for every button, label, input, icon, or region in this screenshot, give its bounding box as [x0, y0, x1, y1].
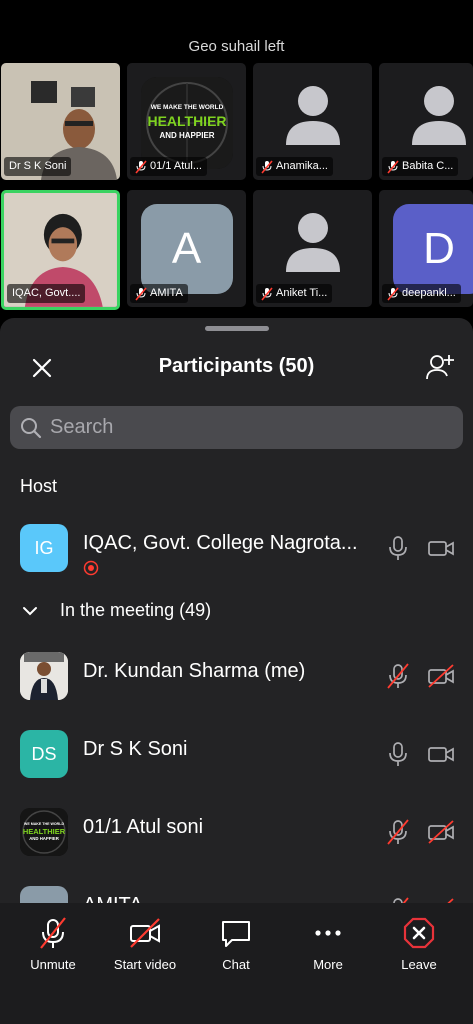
mic-muted-icon: [387, 286, 399, 301]
video-tile-aniket[interactable]: Aniket Ti...: [253, 190, 372, 307]
svg-text:HEALTHIER: HEALTHIER: [147, 113, 226, 129]
avatar-letter: A: [140, 204, 233, 294]
video-gallery: Geo suhail left Dr S K Soni WE MAKE THE …: [0, 0, 473, 318]
mic-muted-icon: [387, 819, 409, 845]
video-on-icon: [428, 747, 454, 762]
mic-muted-icon: [261, 286, 273, 301]
in-meeting-section-toggle[interactable]: In the meeting (49): [20, 600, 211, 621]
tile-name-tag: deepankl...: [382, 284, 461, 303]
avatar-letter: D: [393, 204, 473, 294]
participants-title: Participants (50): [158, 355, 315, 377]
participant-name: Dr S K Soni: [83, 738, 188, 760]
participants-header: Participants (50): [0, 348, 473, 388]
participant-row[interactable]: Dr. Kundan Sharma (me): [0, 646, 473, 706]
person-placeholder-icon: [285, 213, 340, 272]
participant-row[interactable]: DS Dr S K Soni: [0, 724, 473, 784]
video-off-icon: [428, 820, 454, 844]
participant-row-host[interactable]: IG IQAC, Govt. College Nagrota...: [0, 518, 473, 578]
leave-icon: [403, 917, 435, 949]
tile-name-tag: Aniket Ti...: [256, 284, 333, 303]
video-tile-iqac-active-speaker[interactable]: IQAC, Govt....: [1, 190, 120, 310]
tile-name-tag: Anamika...: [256, 157, 333, 176]
mic-muted-icon: [135, 286, 147, 301]
mic-muted-icon: [40, 917, 66, 949]
tile-name-tag: AMITA: [130, 284, 188, 303]
video-tile-deepank[interactable]: D deepankl...: [379, 190, 473, 307]
invite-participant-icon[interactable]: [425, 352, 455, 382]
chevron-down-icon: [23, 606, 37, 615]
participant-search-bar[interactable]: [10, 406, 463, 449]
svg-text:WE MAKE THE WORLD: WE MAKE THE WORLD: [150, 104, 223, 111]
avatar: [20, 652, 68, 700]
recording-icon: [83, 560, 99, 576]
unmute-button[interactable]: Unmute: [8, 917, 98, 972]
video-tile-atul[interactable]: WE MAKE THE WORLD HEALTHIER AND HAPPIER …: [127, 63, 246, 180]
svg-text:AND HAPPIER: AND HAPPIER: [159, 131, 214, 140]
video-tile-dr-s-k-soni[interactable]: Dr S K Soni: [1, 63, 120, 180]
tile-name-tag: Dr S K Soni: [4, 157, 72, 176]
mic-muted-icon: [387, 663, 409, 689]
avatar: IG: [20, 524, 68, 572]
tile-name-tag: IQAC, Govt....: [7, 284, 86, 303]
search-input[interactable]: [50, 416, 430, 439]
svg-text:WE MAKE THE WORLD: WE MAKE THE WORLD: [24, 822, 65, 826]
mic-muted-icon: [261, 159, 273, 174]
mic-on-icon: [389, 536, 407, 560]
meeting-toolbar: Unmute Start video Chat More Leave: [0, 903, 473, 1024]
tile-name-tag: 01/1 Atul...: [130, 157, 207, 176]
leave-button[interactable]: Leave: [374, 917, 464, 972]
avatar: WE MAKE THE WORLD HEALTHIER AND HAPPIER: [20, 808, 68, 856]
person-placeholder-icon: [285, 86, 340, 145]
participant-name: IQAC, Govt. College Nagrota...: [83, 532, 358, 554]
more-icon: [315, 930, 341, 936]
host-section-label: Host: [20, 476, 58, 496]
more-button[interactable]: More: [283, 917, 373, 972]
search-icon: [21, 417, 42, 438]
in-meeting-section-label: In the meeting (49): [60, 600, 212, 620]
video-tile-amita[interactable]: A AMITA: [127, 190, 246, 307]
participant-name: 01/1 Atul soni: [83, 816, 204, 838]
chat-button[interactable]: Chat: [191, 917, 281, 972]
participant-left-notification: Geo suhail left: [188, 38, 285, 55]
mic-muted-icon: [135, 159, 147, 174]
person-placeholder-icon: [412, 86, 466, 145]
video-tile-anamika[interactable]: Anamika...: [253, 63, 372, 180]
video-off-icon: [130, 918, 160, 948]
participant-name: Dr. Kundan Sharma (me): [83, 660, 306, 682]
mic-muted-icon: [387, 159, 399, 174]
svg-text:AND HAPPIER: AND HAPPIER: [29, 836, 60, 841]
healthier-logo-image: WE MAKE THE WORLD HEALTHIER AND HAPPIER: [140, 77, 233, 169]
tile-name-tag: Babita C...: [382, 157, 459, 176]
svg-text:HEALTHIER: HEALTHIER: [23, 827, 66, 836]
mic-on-icon: [389, 742, 407, 766]
chat-icon: [222, 921, 250, 947]
participant-row[interactable]: WE MAKE THE WORLD HEALTHIER AND HAPPIER 01…: [0, 802, 473, 862]
video-off-icon: [428, 664, 454, 688]
avatar: DS: [20, 730, 68, 778]
sheet-drag-handle[interactable]: [204, 326, 269, 331]
video-on-icon: [428, 541, 454, 556]
video-tile-babita[interactable]: Babita C...: [379, 63, 473, 180]
start-video-button[interactable]: Start video: [100, 917, 190, 972]
